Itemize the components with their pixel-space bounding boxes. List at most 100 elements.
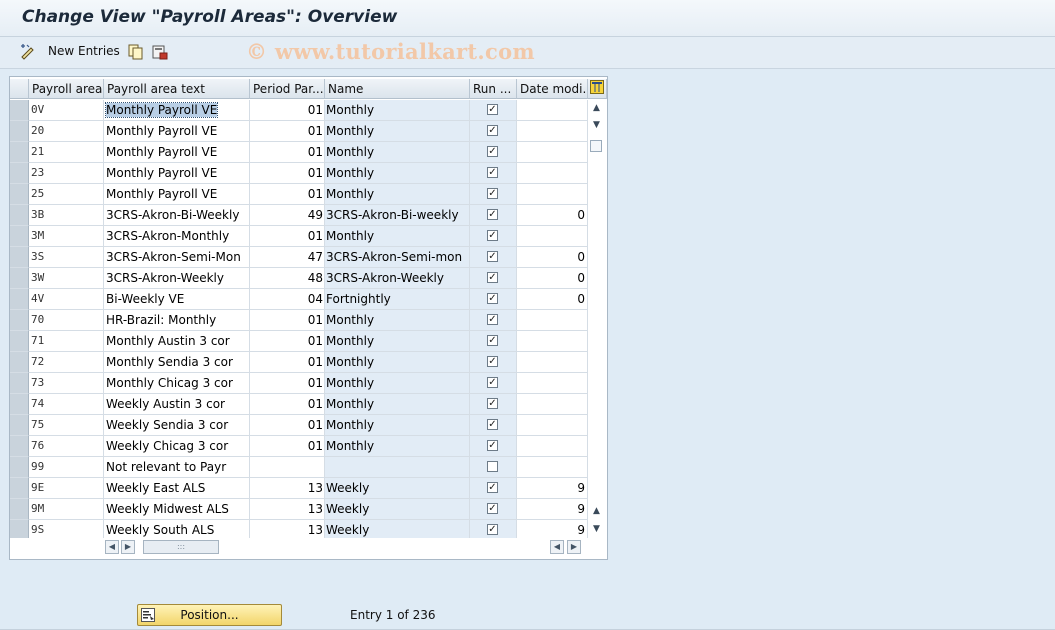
run-payroll-checkbox[interactable]: ✓: [487, 293, 498, 304]
payroll-area-text-input[interactable]: Monthly Payroll VE: [104, 184, 250, 205]
payroll-area-text-input[interactable]: HR-Brazil: Monthly: [104, 310, 250, 331]
run-payroll-checkbox[interactable]: ✓: [487, 251, 498, 262]
table-row[interactable]: 74 Weekly Austin 3 cor 01 Monthly ✓: [10, 394, 588, 415]
table-row[interactable]: 99 Not relevant to Payr: [10, 457, 588, 478]
payroll-area-text-input[interactable]: Weekly Sendia 3 cor: [104, 415, 250, 436]
row-selector[interactable]: [10, 163, 29, 184]
period-parameter-input[interactable]: 01: [250, 436, 325, 457]
date-modifier-input[interactable]: 0: [517, 268, 588, 289]
period-parameter-input[interactable]: 47: [250, 247, 325, 268]
row-selector[interactable]: [10, 331, 29, 352]
horizontal-scroll-thumb[interactable]: :::: [143, 540, 219, 554]
payroll-area-text-input[interactable]: Weekly Midwest ALS: [104, 499, 250, 520]
date-modifier-input[interactable]: [517, 436, 588, 457]
run-payroll-checkbox[interactable]: ✓: [487, 272, 498, 283]
table-row[interactable]: 3M 3CRS-Akron-Monthly 01 Monthly ✓: [10, 226, 588, 247]
date-modifier-input[interactable]: [517, 352, 588, 373]
date-modifier-input[interactable]: 0: [517, 247, 588, 268]
row-selector[interactable]: [10, 478, 29, 499]
run-payroll-checkbox[interactable]: ✓: [487, 209, 498, 220]
payroll-area-text-input[interactable]: Monthly Payroll VE: [104, 121, 250, 142]
new-entries-icon[interactable]: [19, 43, 37, 61]
column-header-payroll-area-text[interactable]: Payroll area text: [104, 79, 250, 99]
run-payroll-checkbox[interactable]: ✓: [487, 314, 498, 325]
payroll-area-text-input[interactable]: Weekly East ALS: [104, 478, 250, 499]
period-parameter-input[interactable]: 49: [250, 205, 325, 226]
table-row[interactable]: 71 Monthly Austin 3 cor 01 Monthly ✓: [10, 331, 588, 352]
period-parameter-input[interactable]: 13: [250, 499, 325, 520]
table-row[interactable]: 3B 3CRS-Akron-Bi-Weekly 49 3CRS-Akron-Bi-we…: [10, 205, 588, 226]
delete-icon[interactable]: [151, 43, 169, 61]
date-modifier-input[interactable]: 9: [517, 478, 588, 499]
column-header-run[interactable]: Run ...: [470, 79, 517, 99]
period-parameter-input[interactable]: 01: [250, 310, 325, 331]
row-selector[interactable]: [10, 373, 29, 394]
period-parameter-input[interactable]: 01: [250, 163, 325, 184]
period-parameter-input[interactable]: 01: [250, 331, 325, 352]
column-header-payroll-area[interactable]: Payroll area: [29, 79, 104, 99]
payroll-area-text-input[interactable]: Monthly Sendia 3 cor: [104, 352, 250, 373]
table-row[interactable]: 23 Monthly Payroll VE 01 Monthly ✓: [10, 163, 588, 184]
run-payroll-checkbox[interactable]: ✓: [487, 377, 498, 388]
run-payroll-checkbox[interactable]: ✓: [487, 524, 498, 535]
row-selector[interactable]: [10, 457, 29, 478]
run-payroll-checkbox[interactable]: ✓: [487, 440, 498, 451]
date-modifier-input[interactable]: [517, 457, 588, 478]
payroll-area-text-input[interactable]: Weekly South ALS: [104, 520, 250, 538]
vertical-scrollbar[interactable]: ▲ ▼ ▲ ▼: [588, 100, 605, 538]
new-entries-button[interactable]: New Entries: [48, 44, 120, 58]
payroll-area-text-input[interactable]: 3CRS-Akron-Semi-Mon: [104, 247, 250, 268]
scroll-left-icon[interactable]: ◀: [550, 540, 564, 554]
payroll-area-text-input[interactable]: 3CRS-Akron-Monthly: [104, 226, 250, 247]
row-selector[interactable]: [10, 352, 29, 373]
run-payroll-checkbox[interactable]: ✓: [487, 167, 498, 178]
date-modifier-input[interactable]: [517, 394, 588, 415]
table-row[interactable]: 70 HR-Brazil: Monthly 01 Monthly ✓: [10, 310, 588, 331]
table-row[interactable]: 76 Weekly Chicag 3 cor 01 Monthly ✓: [10, 436, 588, 457]
table-row[interactable]: 75 Weekly Sendia 3 cor 01 Monthly ✓: [10, 415, 588, 436]
run-payroll-checkbox[interactable]: ✓: [487, 419, 498, 430]
run-payroll-checkbox[interactable]: ✓: [487, 125, 498, 136]
row-selector[interactable]: [10, 289, 29, 310]
scroll-right-icon[interactable]: ▶: [567, 540, 581, 554]
payroll-area-text-input[interactable]: Monthly Payroll VE: [104, 100, 250, 121]
run-payroll-checkbox[interactable]: ✓: [487, 503, 498, 514]
row-selector[interactable]: [10, 205, 29, 226]
table-row[interactable]: 3S 3CRS-Akron-Semi-Mon 47 3CRS-Akron-Semi-m…: [10, 247, 588, 268]
table-row[interactable]: 0V Monthly Payroll VE 01 Monthly ✓: [10, 100, 588, 121]
period-parameter-input[interactable]: 01: [250, 184, 325, 205]
date-modifier-input[interactable]: [517, 373, 588, 394]
scroll-down-icon[interactable]: ▼: [591, 524, 602, 534]
payroll-area-text-input[interactable]: Monthly Austin 3 cor: [104, 331, 250, 352]
page-up-icon[interactable]: ▲: [591, 506, 602, 516]
run-payroll-checkbox[interactable]: ✓: [487, 335, 498, 346]
period-parameter-input[interactable]: [250, 457, 325, 478]
payroll-area-text-input[interactable]: 3CRS-Akron-Bi-Weekly: [104, 205, 250, 226]
row-selector[interactable]: [10, 226, 29, 247]
row-selector[interactable]: [10, 310, 29, 331]
table-row[interactable]: 25 Monthly Payroll VE 01 Monthly ✓: [10, 184, 588, 205]
date-modifier-input[interactable]: [517, 100, 588, 121]
horizontal-scrollbar[interactable]: ◀ ▶ :::: [105, 540, 221, 555]
payroll-area-text-input[interactable]: Monthly Payroll VE: [104, 142, 250, 163]
run-payroll-checkbox[interactable]: ✓: [487, 146, 498, 157]
scrollbar-thumb[interactable]: [590, 140, 602, 152]
date-modifier-input[interactable]: 9: [517, 520, 588, 538]
date-modifier-input[interactable]: [517, 142, 588, 163]
period-parameter-input[interactable]: 01: [250, 226, 325, 247]
period-parameter-input[interactable]: 01: [250, 142, 325, 163]
select-all-header[interactable]: [10, 79, 29, 99]
page-down-icon[interactable]: ▼: [591, 120, 602, 130]
period-parameter-input[interactable]: 01: [250, 415, 325, 436]
copy-icon[interactable]: [127, 43, 145, 61]
payroll-area-text-input[interactable]: Bi-Weekly VE: [104, 289, 250, 310]
table-row[interactable]: 3W 3CRS-Akron-Weekly 48 3CRS-Akron-Weekly ✓ 0: [10, 268, 588, 289]
period-parameter-input[interactable]: 01: [250, 394, 325, 415]
scroll-left-icon[interactable]: ◀: [105, 540, 119, 554]
table-row[interactable]: 72 Monthly Sendia 3 cor 01 Monthly ✓: [10, 352, 588, 373]
payroll-area-text-input[interactable]: Monthly Payroll VE: [104, 163, 250, 184]
period-parameter-input[interactable]: 04: [250, 289, 325, 310]
table-row[interactable]: 73 Monthly Chicag 3 cor 01 Monthly ✓: [10, 373, 588, 394]
row-selector[interactable]: [10, 100, 29, 121]
period-parameter-input[interactable]: 01: [250, 121, 325, 142]
